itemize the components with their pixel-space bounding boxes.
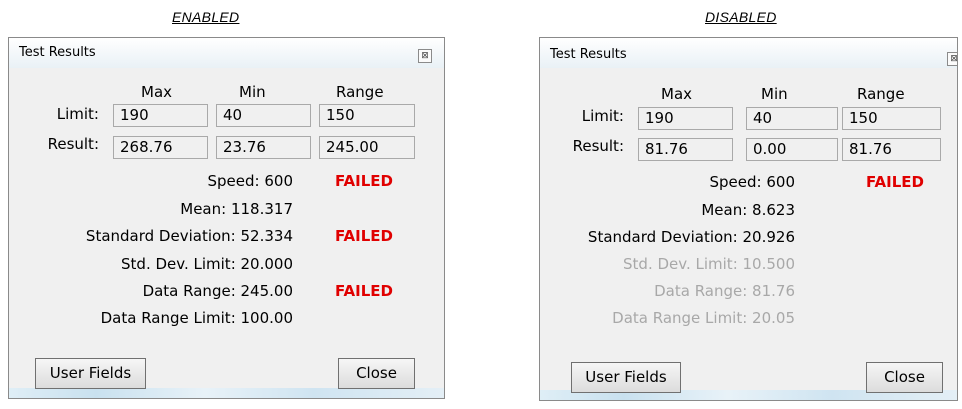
user-fields-button[interactable]: User Fields bbox=[571, 362, 681, 393]
std-dev-limit-stat: Std. Dev. Limit: 10.500 bbox=[623, 255, 795, 273]
header-max: Max bbox=[141, 83, 173, 101]
result-range-field: 81.76 bbox=[842, 138, 941, 161]
speed-stat: Speed: 600 bbox=[207, 172, 293, 190]
data-range-limit-stat: Data Range Limit: 20.05 bbox=[612, 309, 795, 327]
result-min-field: 23.76 bbox=[216, 136, 311, 159]
test-results-window-enabled: Test Results ⊠ Max Min Range Limit: 190 … bbox=[8, 37, 445, 399]
close-button[interactable]: Close bbox=[338, 358, 415, 389]
limit-min-field: 40 bbox=[746, 107, 838, 130]
std-dev-failed-badge: FAILED bbox=[335, 227, 393, 245]
data-range-stat: Data Range: 81.76 bbox=[654, 282, 795, 300]
header-min: Min bbox=[239, 83, 266, 101]
user-fields-button[interactable]: User Fields bbox=[35, 358, 146, 389]
limit-max-field: 190 bbox=[638, 107, 733, 130]
data-range-failed-badge: FAILED bbox=[335, 282, 393, 300]
data-range-stat: Data Range: 245.00 bbox=[142, 282, 293, 300]
std-dev-stat: Standard Deviation: 20.926 bbox=[587, 228, 795, 246]
result-min-field: 0.00 bbox=[746, 138, 838, 161]
limit-label: Limit: bbox=[581, 107, 624, 125]
caption-enabled: ENABLED bbox=[172, 9, 240, 25]
data-range-limit-stat: Data Range Limit: 100.00 bbox=[100, 309, 293, 327]
header-max: Max bbox=[661, 85, 693, 103]
speed-failed-badge: FAILED bbox=[335, 172, 393, 190]
result-label: Result: bbox=[572, 137, 624, 155]
client-area: Max Min Range Limit: 190 40 150 Result: … bbox=[23, 68, 430, 389]
speed-stat: Speed: 600 bbox=[709, 173, 795, 191]
close-icon[interactable]: ⊠ bbox=[418, 49, 432, 63]
limit-range-field: 150 bbox=[319, 104, 415, 127]
window-title: Test Results bbox=[19, 45, 96, 60]
caption-disabled: DISABLED bbox=[705, 9, 777, 25]
result-label: Result: bbox=[47, 135, 99, 153]
client-area: Max Min Range Limit: 190 40 150 Result: … bbox=[554, 70, 943, 393]
limit-max-field: 190 bbox=[113, 104, 208, 127]
limit-range-field: 150 bbox=[842, 107, 941, 130]
result-max-field: 268.76 bbox=[113, 136, 208, 159]
window-title: Test Results bbox=[550, 47, 627, 62]
limit-label: Limit: bbox=[56, 105, 99, 123]
limit-min-field: 40 bbox=[216, 104, 311, 127]
title-bar: Test Results ⊠ bbox=[540, 38, 957, 68]
title-bar: Test Results ⊠ bbox=[9, 38, 444, 68]
header-range: Range bbox=[336, 83, 384, 101]
result-range-field: 245.00 bbox=[319, 136, 415, 159]
header-min: Min bbox=[761, 85, 788, 103]
std-dev-stat: Standard Deviation: 52.334 bbox=[85, 227, 293, 245]
mean-stat: Mean: 118.317 bbox=[180, 200, 293, 218]
close-button[interactable]: Close bbox=[866, 362, 943, 393]
close-icon[interactable]: ⊠ bbox=[947, 52, 957, 66]
result-max-field: 81.76 bbox=[638, 138, 733, 161]
background-strip bbox=[9, 388, 444, 398]
header-range: Range bbox=[857, 85, 905, 103]
speed-failed-badge: FAILED bbox=[866, 173, 924, 191]
mean-stat: Mean: 8.623 bbox=[701, 201, 795, 219]
test-results-window-disabled: Test Results ⊠ Max Min Range Limit: 190 … bbox=[539, 37, 958, 401]
std-dev-limit-stat: Std. Dev. Limit: 20.000 bbox=[121, 255, 293, 273]
